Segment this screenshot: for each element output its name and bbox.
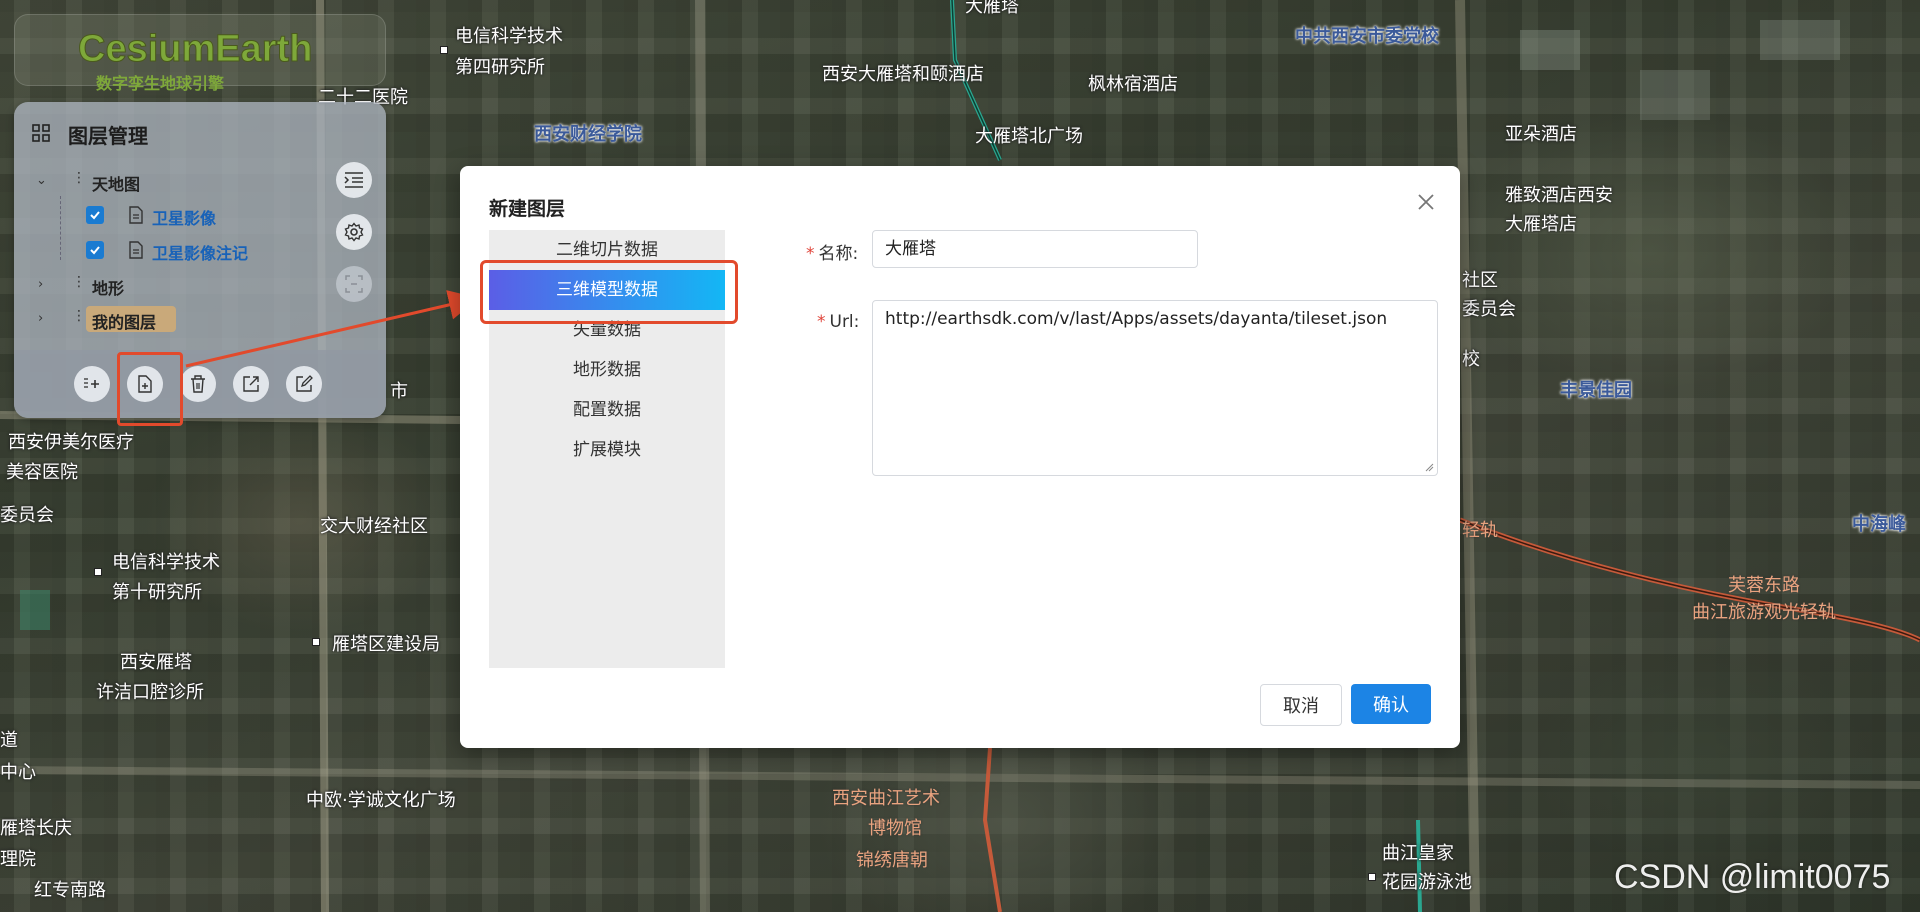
close-button[interactable]	[1414, 190, 1438, 214]
annotation-highlight-box	[480, 260, 738, 324]
name-label-text: 名称:	[818, 244, 859, 264]
menu-item-terrain[interactable]: 地形数据	[489, 350, 725, 390]
name-field-label: * 名称:	[806, 239, 858, 264]
required-marker: *	[817, 312, 826, 332]
cancel-button[interactable]: 取消	[1260, 684, 1342, 726]
name-input[interactable]	[872, 230, 1198, 268]
menu-item-config[interactable]: 配置数据	[489, 390, 725, 430]
required-marker: *	[806, 244, 815, 264]
resize-grip-icon[interactable]	[1424, 462, 1434, 472]
menu-item-extension[interactable]: 扩展模块	[489, 430, 725, 470]
url-label-text: Url:	[829, 312, 860, 332]
url-field-label: * Url:	[817, 312, 859, 332]
confirm-button[interactable]: 确认	[1351, 684, 1431, 724]
new-layer-dialog: 新建图层 二维切片数据 三维模型数据 矢量数据 地形数据 配置数据 扩展模块 *…	[460, 166, 1460, 748]
watermark: CSDN @limit0075	[1614, 858, 1891, 896]
dialog-title: 新建图层	[489, 198, 566, 220]
url-textarea[interactable]: http://earthsdk.com/v/last/Apps/assets/d…	[872, 300, 1438, 476]
close-icon	[1418, 194, 1434, 210]
